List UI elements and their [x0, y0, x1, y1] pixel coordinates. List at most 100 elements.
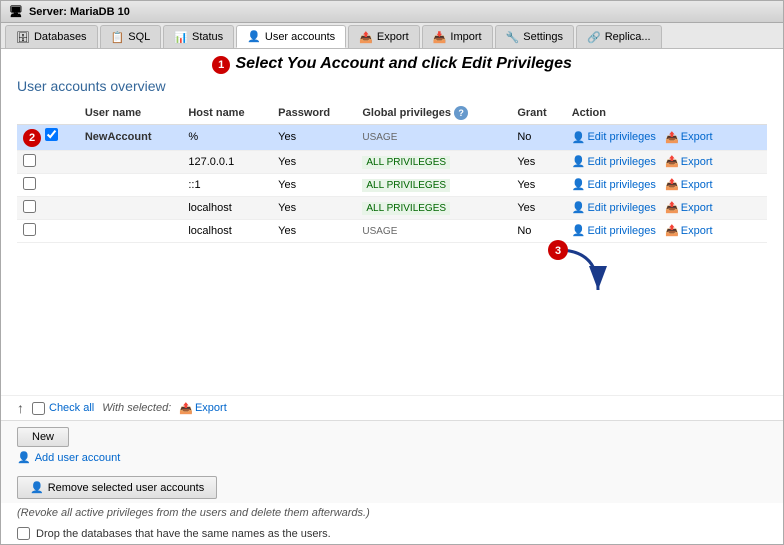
content-area: 1 Select You Account and click Edit Priv… [1, 49, 783, 544]
row-export-link[interactable]: 📤 Export [665, 201, 713, 214]
edit-privileges-link[interactable]: 👤 Edit privileges [572, 131, 656, 144]
row-password: Yes [272, 150, 356, 173]
user-accounts-table: User name Host name Password Global priv… [17, 102, 767, 243]
table-row: localhost Yes ALL PRIVILEGES Yes 👤 Edit … [17, 196, 767, 219]
tab-settings[interactable]: 🔧 Settings [495, 25, 574, 48]
export-icon: 📤 [359, 31, 373, 44]
col-checkbox [17, 102, 79, 125]
row-privileges: ALL PRIVILEGES [356, 150, 511, 173]
row-action: 👤 Edit privileges 📤 Export [566, 219, 767, 242]
row-password: Yes [272, 173, 356, 196]
footer-export-icon: 📤 [179, 402, 193, 415]
row-username [79, 196, 182, 219]
add-user-icon: 👤 [17, 451, 31, 464]
add-user-section: New 👤 Add user account [1, 420, 783, 472]
tab-user-accounts[interactable]: 👤 User accounts [236, 25, 346, 48]
row-export-link[interactable]: 📤 Export [665, 224, 713, 237]
add-account-link[interactable]: 👤 Add user account [17, 447, 767, 468]
back-icon: ↑ [17, 400, 24, 416]
row-password: Yes [272, 196, 356, 219]
row-action: 👤 Edit privileges 📤 Export [566, 150, 767, 173]
row-export-link[interactable]: 📤 Export [665, 178, 713, 191]
databases-icon: 🗄 [16, 31, 30, 44]
row-export-icon: 📤 [665, 224, 679, 237]
row-checkbox-cell [17, 150, 79, 173]
import-icon: 📥 [433, 31, 447, 44]
with-selected-label: With selected: [102, 402, 171, 414]
row-checkbox[interactable] [45, 128, 58, 141]
new-button[interactable]: New [17, 427, 69, 447]
row-privileges: USAGE [356, 124, 511, 150]
col-password: Password [272, 102, 356, 125]
col-username: User name [79, 102, 182, 125]
row-checkbox-cell [17, 173, 79, 196]
edit-privileges-link[interactable]: 👤 Edit privileges [572, 224, 656, 237]
tab-status[interactable]: 📊 Status [163, 25, 234, 48]
edit-privileges-link[interactable]: 👤 Edit privileges [572, 201, 656, 214]
table-row: 2 NewAccount % Yes USAGE No 👤 Edit privi… [17, 124, 767, 150]
main-window: 🖥 Server: MariaDB 10 🗄 Databases 📋 SQL 📊… [0, 0, 784, 545]
replication-icon: 🔗 [587, 31, 601, 44]
remove-button[interactable]: 👤 Remove selected user accounts [17, 476, 217, 499]
row-username [79, 173, 182, 196]
row-checkbox-cell: 2 [17, 124, 79, 150]
row-grant: Yes [511, 196, 565, 219]
instruction-text: Select You Account and click Edit Privil… [235, 55, 571, 72]
tab-import[interactable]: 📥 Import [422, 25, 493, 48]
col-privileges: Global privileges ? [356, 102, 511, 125]
settings-icon: 🔧 [506, 31, 520, 44]
row-password: Yes [272, 219, 356, 242]
tab-export[interactable]: 📤 Export [348, 25, 420, 48]
row-hostname: ::1 [182, 173, 272, 196]
edit-user-icon: 👤 [572, 155, 586, 168]
remove-note: (Revoke all active privileges from the u… [1, 503, 783, 523]
instruction-bar: 1 Select You Account and click Edit Priv… [1, 49, 783, 76]
title-bar: 🖥 Server: MariaDB 10 [1, 1, 783, 23]
tab-replication[interactable]: 🔗 Replica... [576, 25, 662, 48]
row-checkbox[interactable] [23, 200, 36, 213]
table-row: ::1 Yes ALL PRIVILEGES Yes 👤 Edit privil… [17, 173, 767, 196]
table-footer: ↑ Check all With selected: 📤 Export [1, 395, 783, 420]
row-hostname: localhost [182, 219, 272, 242]
row-username [79, 219, 182, 242]
row-export-link[interactable]: 📤 Export [665, 131, 713, 144]
row-checkbox[interactable] [23, 154, 36, 167]
page-header: User accounts overview [1, 76, 783, 98]
privileges-help-icon[interactable]: ? [454, 106, 468, 120]
row-export-icon: 📤 [665, 131, 679, 144]
row-hostname: 127.0.0.1 [182, 150, 272, 173]
row-hostname: localhost [182, 196, 272, 219]
edit-user-icon: 👤 [572, 178, 586, 191]
row-export-icon: 📤 [665, 201, 679, 214]
edit-privileges-link[interactable]: 👤 Edit privileges [572, 178, 656, 191]
row-grant: No [511, 124, 565, 150]
col-hostname: Host name [182, 102, 272, 125]
row-grant: Yes [511, 150, 565, 173]
tab-sql[interactable]: 📋 SQL [100, 25, 162, 48]
row-action: 👤 Edit privileges 📤 Export [566, 124, 767, 150]
window-icon: 🖥 [9, 5, 23, 18]
status-icon: 📊 [174, 31, 188, 44]
remove-icon: 👤 [30, 481, 44, 494]
check-all-label[interactable]: Check all [32, 402, 94, 415]
check-all-checkbox[interactable] [32, 402, 45, 415]
row-password: Yes [272, 124, 356, 150]
row-export-link[interactable]: 📤 Export [665, 155, 713, 168]
row-privileges: USAGE [356, 219, 511, 242]
row-privileges: ALL PRIVILEGES [356, 173, 511, 196]
tab-databases[interactable]: 🗄 Databases [5, 25, 98, 48]
row-username: NewAccount [79, 124, 182, 150]
footer-export-link[interactable]: 📤 Export [179, 402, 227, 415]
edit-privileges-link[interactable]: 👤 Edit privileges [572, 155, 656, 168]
row-checkbox[interactable] [23, 177, 36, 190]
row-action: 👤 Edit privileges 📤 Export [566, 173, 767, 196]
table-section: User name Host name Password Global priv… [1, 98, 783, 395]
table-row: localhost Yes USAGE No 👤 Edit privileges… [17, 219, 767, 242]
user-accounts-icon: 👤 [247, 30, 261, 43]
row-checkbox[interactable] [23, 223, 36, 236]
row-checkbox-cell [17, 219, 79, 242]
row-hostname: % [182, 124, 272, 150]
row-checkbox-cell [17, 196, 79, 219]
drop-db-checkbox[interactable] [17, 527, 30, 540]
col-action: Action [566, 102, 767, 125]
